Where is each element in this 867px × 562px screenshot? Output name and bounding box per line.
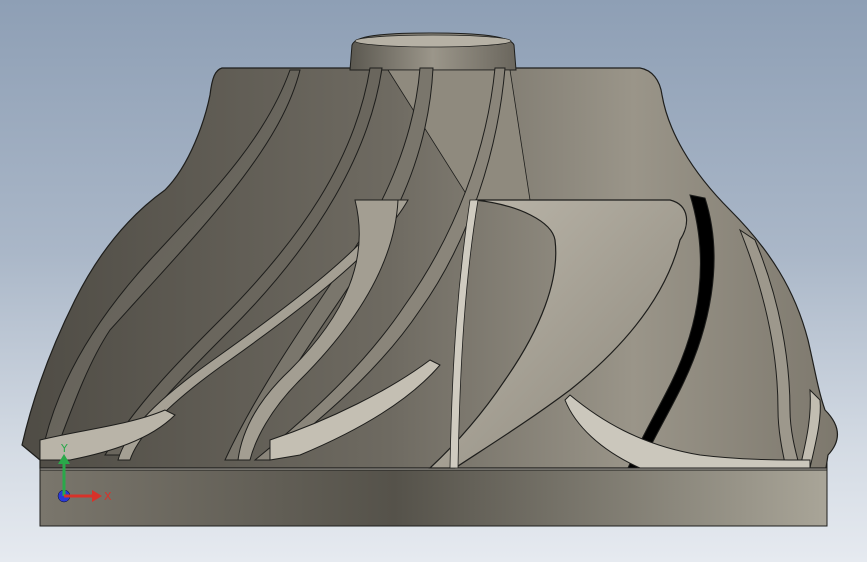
- coordinate-triad: Y X: [57, 442, 112, 503]
- base-plate: [39, 467, 828, 527]
- triad-y-arrow-icon: [58, 454, 70, 464]
- 3d-viewport[interactable]: [0, 0, 867, 562]
- hub-top-face: [354, 34, 512, 48]
- triad-y-label: Y: [60, 442, 68, 455]
- triad-x-arrow-icon: [92, 490, 102, 502]
- triad-x-label: X: [104, 490, 112, 503]
